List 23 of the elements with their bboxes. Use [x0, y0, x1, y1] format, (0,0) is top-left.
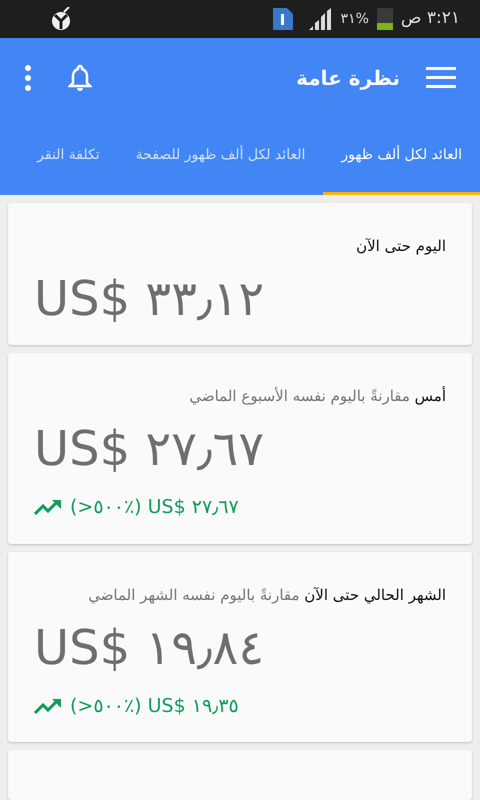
clock-text: ٣:٢١ ص: [400, 7, 460, 30]
sim-icon: [272, 8, 293, 30]
trending-up-icon: [34, 499, 62, 516]
metric-heading: أمس مقارنةً باليوم نفسه الأسبوع الماضي: [188, 385, 446, 407]
change-text: (>٥٠٠٪) US$ ١٩٫٣٥: [70, 694, 239, 718]
tab[interactable]: تكلفة النقر: [19, 118, 118, 195]
more-icon: [24, 65, 32, 91]
signal-icon: [308, 8, 333, 30]
metric-amount: US$ ٢٧٫٦٧: [34, 425, 266, 473]
metric-heading: اليوم حتى الآن: [355, 236, 446, 257]
notification-icon: [50, 7, 72, 31]
bell-icon: [68, 64, 92, 92]
battery-icon: [376, 8, 393, 30]
metric-amount: US$ ٣٣٫١٢: [34, 275, 266, 323]
screen-title: نظرة عامة: [295, 65, 400, 92]
tab[interactable]: العائد لكل ألف ظهور: [323, 118, 480, 195]
battery-text: ٣١%: [340, 10, 369, 28]
change-text: (>٥٠٠٪) US$ ٢٧٫٦٧: [70, 495, 239, 520]
tab[interactable]: العائد لكل ألف ظهور للصفحة: [118, 118, 324, 195]
metric-heading: الشهر الحالي حتى الآن مقارنةً باليوم نفسه الشهر الماضي: [87, 584, 446, 606]
menu-icon: [426, 67, 456, 89]
metric-amount: US$ ١٩٫٨٤: [34, 624, 266, 672]
trending-up-icon: [34, 698, 62, 714]
